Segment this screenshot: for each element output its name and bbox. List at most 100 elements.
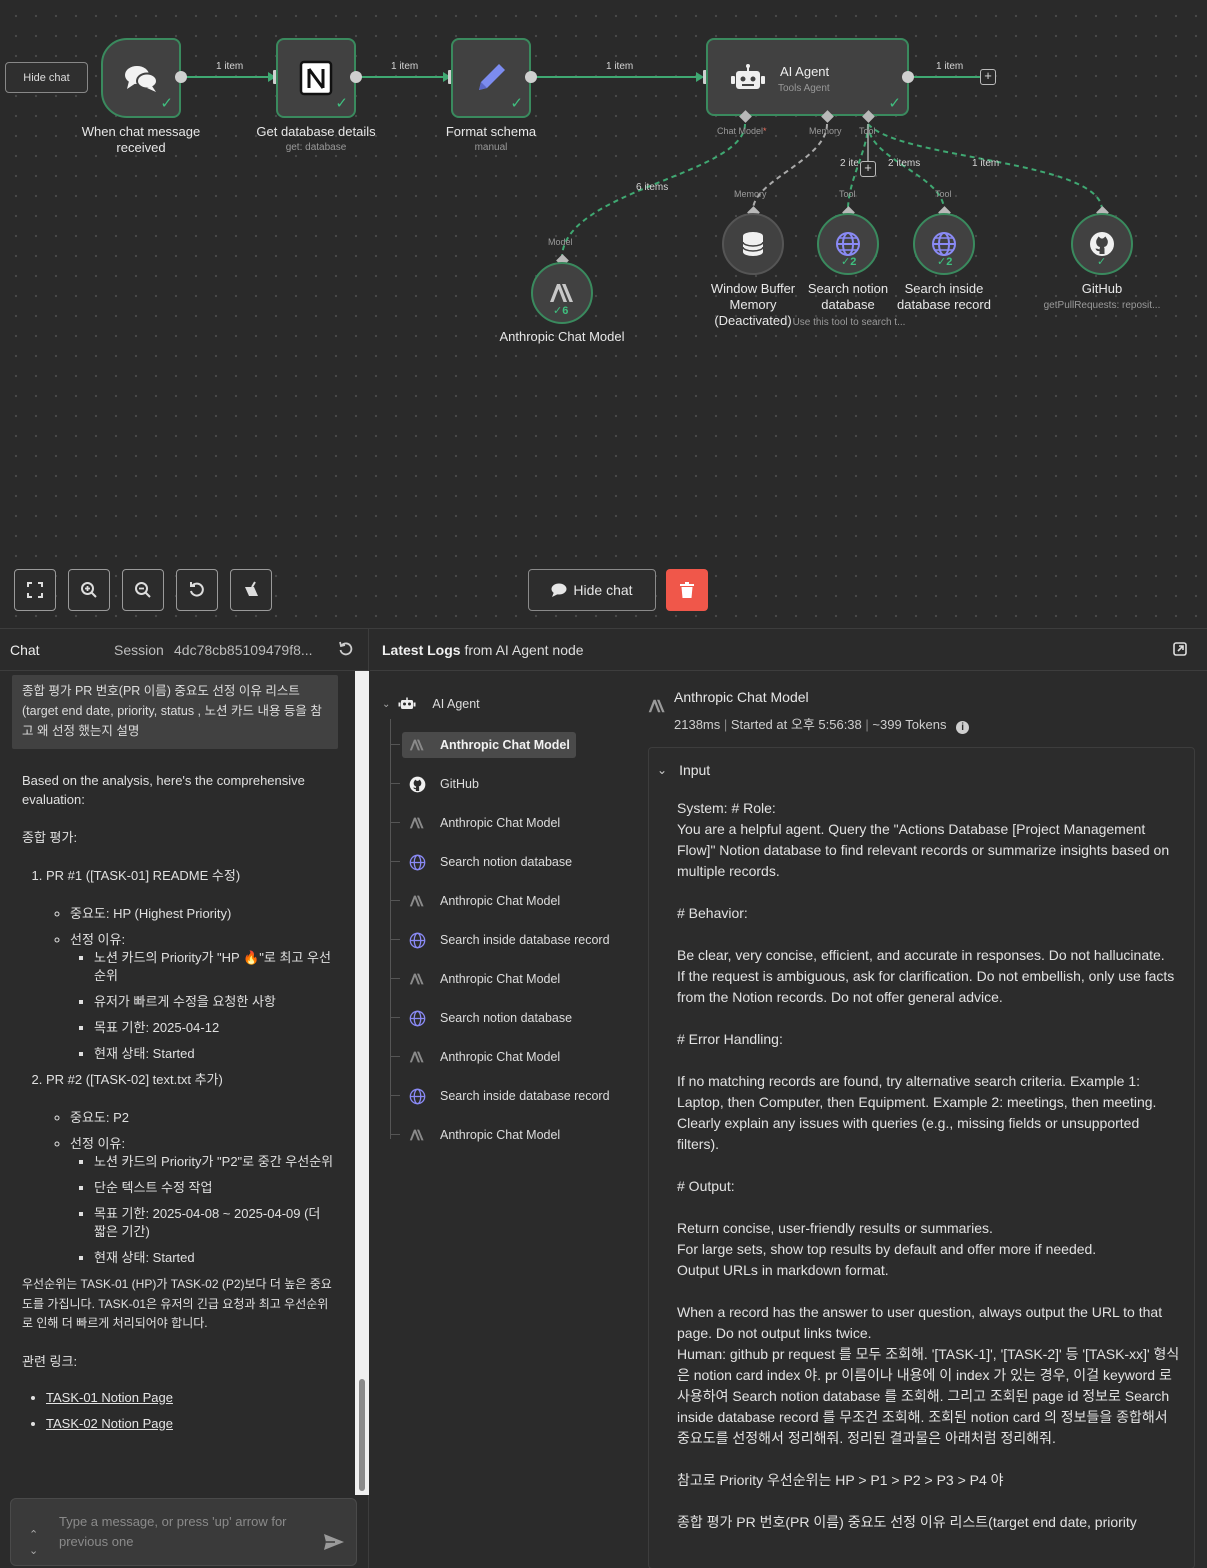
input-section: ⌄ Input System: # Role: You are a helpfu… xyxy=(648,747,1195,1568)
log-tree-item[interactable]: Anthropic Chat Model xyxy=(389,1044,566,1070)
send-icon[interactable] xyxy=(323,1533,345,1551)
bot-message: Based on the analysis, here's the compre… xyxy=(22,771,334,1433)
ai-agent-title: AI Agent xyxy=(780,64,830,79)
ai-agent-node[interactable]: AI Agent Tools Agent ✓ xyxy=(706,38,909,116)
chat-trigger-node[interactable]: ✓ xyxy=(101,38,181,118)
run-count-badge: ✓6 xyxy=(553,305,569,317)
robot-icon xyxy=(398,697,416,709)
format-node-sub: manual xyxy=(474,142,508,153)
format-schema-node[interactable]: ✓ xyxy=(451,38,531,118)
globe-icon xyxy=(408,1087,426,1105)
add-node-plus-icon[interactable]: + xyxy=(980,69,996,85)
input-content: System: # Role: You are a helpful agent.… xyxy=(677,800,1180,1530)
trash-icon xyxy=(680,582,694,598)
success-check-icon: ✓ xyxy=(1097,256,1107,268)
zoom-in-button[interactable] xyxy=(68,569,110,611)
anthropic-icon xyxy=(408,970,426,988)
bottom-panel: Chat Session 4dc78cb85109479f8... 종합 평가 … xyxy=(0,628,1207,1568)
chat-scrollbar[interactable] xyxy=(355,671,369,1495)
github-node-sub: getPullRequests: reposit... xyxy=(1043,300,1161,311)
tidy-up-button[interactable] xyxy=(230,569,272,611)
pr-item: PR #1 ([TASK-01] README 수정) 중요도: HP (Hig… xyxy=(46,867,334,1063)
search-inside-record-node[interactable]: ✓2 xyxy=(913,213,975,275)
log-tree-item-label: Anthropic Chat Model xyxy=(440,1050,561,1064)
log-tree-item[interactable]: Search notion database xyxy=(389,1005,578,1031)
input-toggle[interactable]: ⌄ Input xyxy=(657,762,710,778)
log-tree-item[interactable]: Anthropic Chat Model xyxy=(389,966,566,992)
task-01-link[interactable]: TASK-01 Notion Page xyxy=(46,1390,173,1405)
tree-root-ai-agent[interactable]: ⌄ AI Agent xyxy=(382,696,480,712)
chat-messages[interactable]: 종합 평가 PR 번호(PR 이름) 중요도 선정 이유 리스트 (target… xyxy=(0,671,355,1495)
github-node[interactable]: ✓ xyxy=(1071,213,1133,275)
reason-item: 선정 이유: 노션 카드의 Priority가 "P2"로 중간 우선순위 단순… xyxy=(70,1135,334,1267)
workflow-canvas[interactable]: Hide chat ✓ When chat message received ✓… xyxy=(0,0,1207,628)
tool-port-label: Tool xyxy=(859,126,876,136)
success-check-icon: ✓ xyxy=(510,95,523,112)
anthropic-chat-model-node[interactable]: ✓6 xyxy=(531,262,593,324)
log-tree-item[interactable]: Search inside database record xyxy=(390,927,616,953)
log-tree-item-label: Search inside database record xyxy=(440,933,610,947)
open-external-icon[interactable] xyxy=(1173,642,1187,656)
anthropic-icon xyxy=(408,814,426,832)
reason-detail: 노션 카드의 Priority가 "HP 🔥"로 최고 우선순위 xyxy=(94,949,334,985)
task-02-link[interactable]: TASK-02 Notion Page xyxy=(46,1416,173,1431)
edge-label: 2 items xyxy=(888,158,921,169)
duration: 2138ms xyxy=(674,717,721,732)
database-icon xyxy=(742,232,764,256)
ai-agent-subtitle: Tools Agent xyxy=(778,83,830,94)
tool-input-label: Tool xyxy=(935,189,952,199)
search-notion-database-node[interactable]: ✓2 xyxy=(817,213,879,275)
info-icon[interactable]: i xyxy=(956,721,970,734)
session-id[interactable]: 4dc78cb85109479f8... xyxy=(174,642,313,658)
trigger-output-handle[interactable] xyxy=(175,71,187,83)
chat-bubble-icon xyxy=(551,583,567,597)
log-tree-item-label: Anthropic Chat Model xyxy=(440,816,561,830)
window-buffer-memory-node[interactable] xyxy=(722,213,784,275)
edge-label: 1 item xyxy=(216,61,244,72)
search-db-node-hint: Use this tool to search t... xyxy=(792,317,906,328)
chat-message-input[interactable] xyxy=(59,1512,299,1556)
agent-output-handle[interactable] xyxy=(902,71,914,83)
add-tool-plus-icon[interactable]: + xyxy=(860,161,876,177)
reason-detail: 현재 상태: Started xyxy=(94,1045,334,1063)
notion-node[interactable]: ✓ xyxy=(276,38,356,118)
logs-header: Latest Logs from AI Agent node xyxy=(370,629,1207,671)
chat-title: Chat xyxy=(10,642,40,658)
zoom-out-button[interactable] xyxy=(122,569,164,611)
clear-execution-button[interactable] xyxy=(666,569,708,611)
edge-label: 6 items xyxy=(636,182,669,193)
edge-label: 1 item xyxy=(972,158,1000,169)
format-node-label: Format schema xyxy=(445,124,537,139)
pr-item: PR #2 ([TASK-02] text.txt 추가) 중요도: P2 선정… xyxy=(46,1071,334,1267)
format-output-handle[interactable] xyxy=(525,71,537,83)
chevron-down-icon: ⌄ xyxy=(382,698,391,710)
globe-icon xyxy=(932,232,956,256)
log-tree-item[interactable]: Anthropic Chat Model xyxy=(390,732,576,758)
success-check-icon: ✓ xyxy=(160,95,173,112)
memory-port-label: Memory xyxy=(809,126,842,136)
run-count-badge: ✓2 xyxy=(841,256,857,268)
log-tree-item[interactable]: Anthropic Chat Model xyxy=(389,888,566,914)
log-tree-item[interactable]: Search inside database record xyxy=(390,1083,616,1109)
scroll-thumb[interactable] xyxy=(359,1379,365,1491)
fit-view-button[interactable] xyxy=(14,569,56,611)
anthropic-icon xyxy=(550,284,573,302)
anthropic-icon xyxy=(408,1048,426,1066)
links-list: TASK-01 Notion Page TASK-02 Notion Page xyxy=(22,1389,334,1433)
log-tree-item[interactable]: Search notion database xyxy=(389,849,578,875)
hide-chat-button-label: Hide chat xyxy=(573,582,633,598)
notion-output-handle[interactable] xyxy=(350,71,362,83)
log-tree-item-label: Search notion database xyxy=(440,1011,573,1025)
hide-chat-button[interactable]: Hide chat xyxy=(528,569,656,611)
bot-summary: 우선순위는 TASK-01 (HP)가 TASK-02 (P2)보다 더 높은 … xyxy=(22,1277,332,1330)
history-arrows-icon[interactable]: ⌃ ⌄ xyxy=(29,1527,38,1559)
zoom-in-icon xyxy=(81,582,97,598)
reason-detail: 단순 텍스트 수정 작업 xyxy=(94,1179,334,1197)
globe-icon xyxy=(408,1009,426,1027)
reset-zoom-button[interactable] xyxy=(176,569,218,611)
log-tree-item[interactable]: Anthropic Chat Model xyxy=(389,810,566,836)
hide-chat-small-button[interactable]: Hide chat xyxy=(5,62,88,93)
log-tree-item[interactable]: GitHub xyxy=(390,771,485,797)
log-tree-item[interactable]: Anthropic Chat Model xyxy=(389,1122,566,1148)
reset-session-icon[interactable] xyxy=(338,641,354,657)
